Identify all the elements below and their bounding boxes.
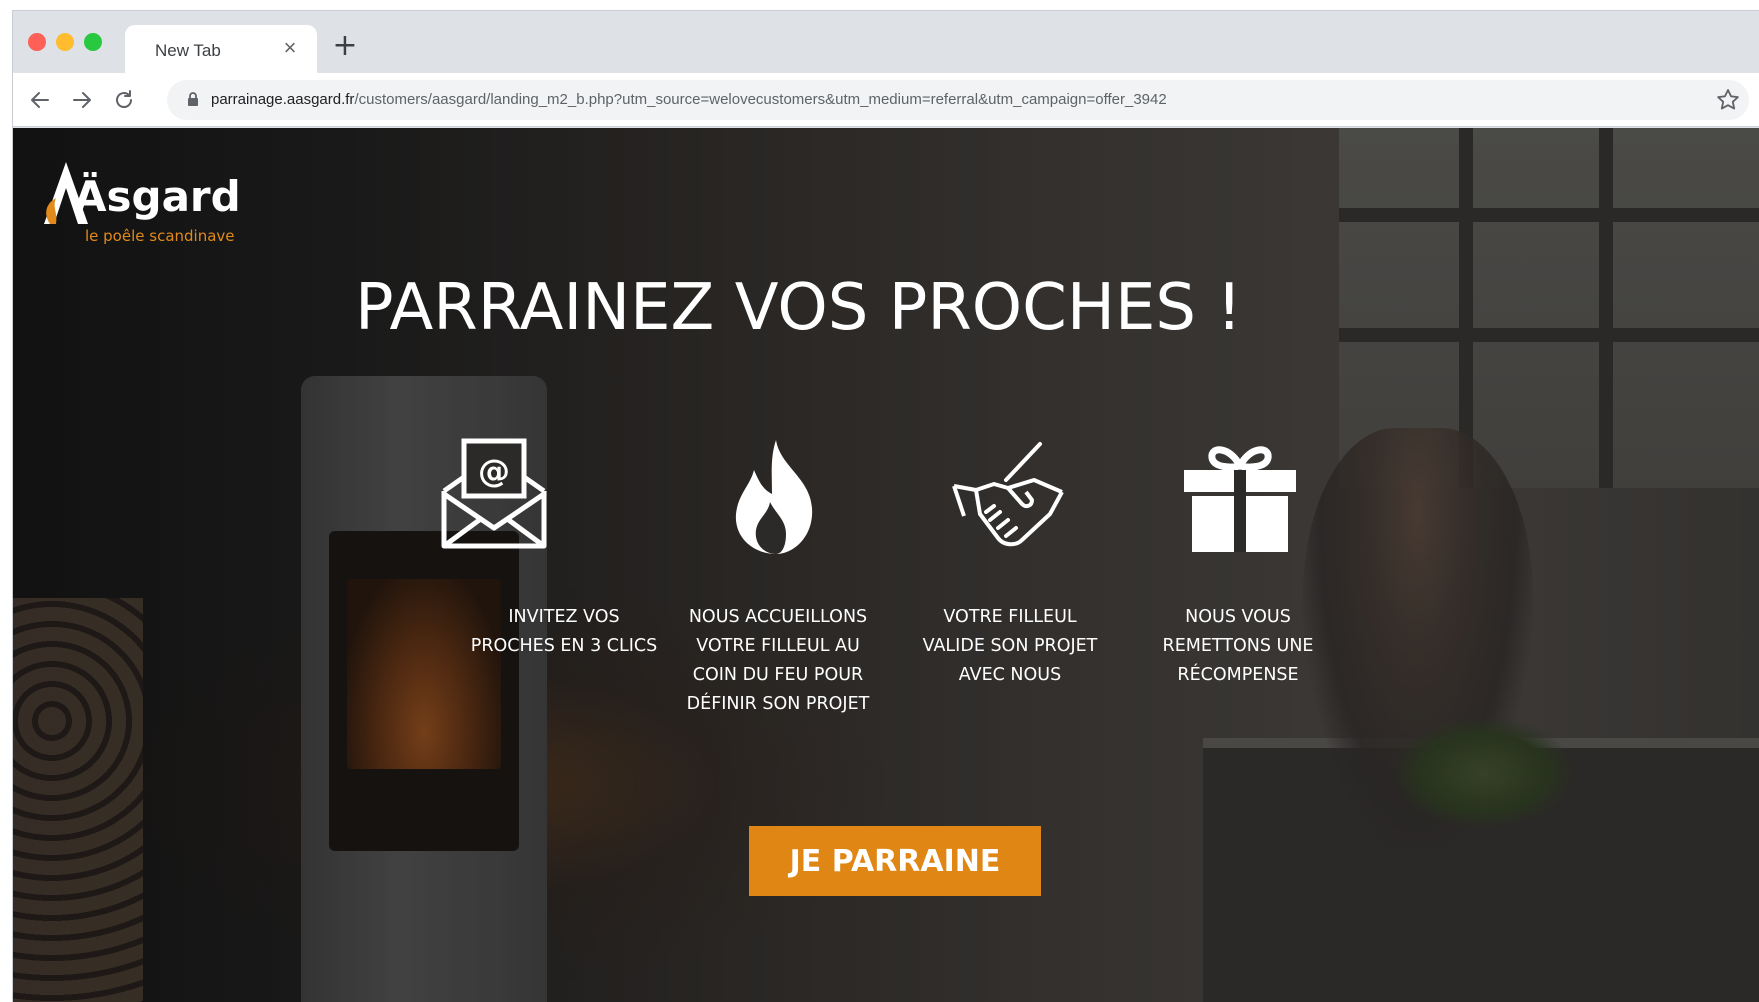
svg-text:@: @ [478,452,510,490]
envelope-at-icon: @ [441,438,547,549]
step-1-text: INVITEZ VOS PROCHES EN 3 CLICS [470,607,658,656]
bookmark-star-icon[interactable] [1715,87,1741,113]
minimize-window-button[interactable] [56,33,74,51]
tab-strip: New Tab × + [13,11,1759,73]
tab-title: New Tab [155,41,221,60]
landing-page: Äsgard le poêle scandinave PARRAINEZ VOS… [13,128,1759,1002]
url-host: parrainage.aasgard.fr [211,91,355,108]
tab-close-icon[interactable]: × [277,35,303,61]
flame-icon [735,440,813,554]
tab-new-tab[interactable]: New Tab × [125,25,317,73]
step-2-text: NOUS ACCUEILLONS VOTRE FILLEUL AU COIN D… [686,607,870,714]
step-3-text: VOTRE FILLEUL VALIDE SON PROJET AVEC NOU… [922,607,1098,685]
forward-button[interactable] [67,85,97,115]
browser-toolbar: parrainage.aasgard.fr/customers/aasgard/… [13,73,1759,127]
new-tab-button[interactable]: + [329,31,361,63]
url-text: parrainage.aasgard.fr/customers/aasgard/… [211,91,1167,108]
je-parraine-button[interactable]: JE PARRAINE [749,826,1041,896]
address-bar[interactable]: parrainage.aasgard.fr/customers/aasgard/… [167,80,1749,120]
lock-icon [188,92,198,106]
step-4-text: NOUS VOUS REMETTONS UNE RÉCOMPENSE [1162,607,1314,685]
back-button[interactable] [25,85,55,115]
url-path: /customers/aasgard/landing_m2_b.php?utm_… [354,91,1167,108]
reload-icon [116,90,132,108]
maximize-window-button[interactable] [84,33,102,51]
gift-icon [1184,446,1296,552]
handshake-icon [952,442,1064,547]
arrow-left-icon [31,92,49,108]
close-window-button[interactable] [28,33,46,51]
browser-window: New Tab × + parrainage.aasgard.fr/custom… [12,10,1759,1002]
reload-button[interactable] [109,85,139,115]
arrow-right-icon [73,92,91,108]
